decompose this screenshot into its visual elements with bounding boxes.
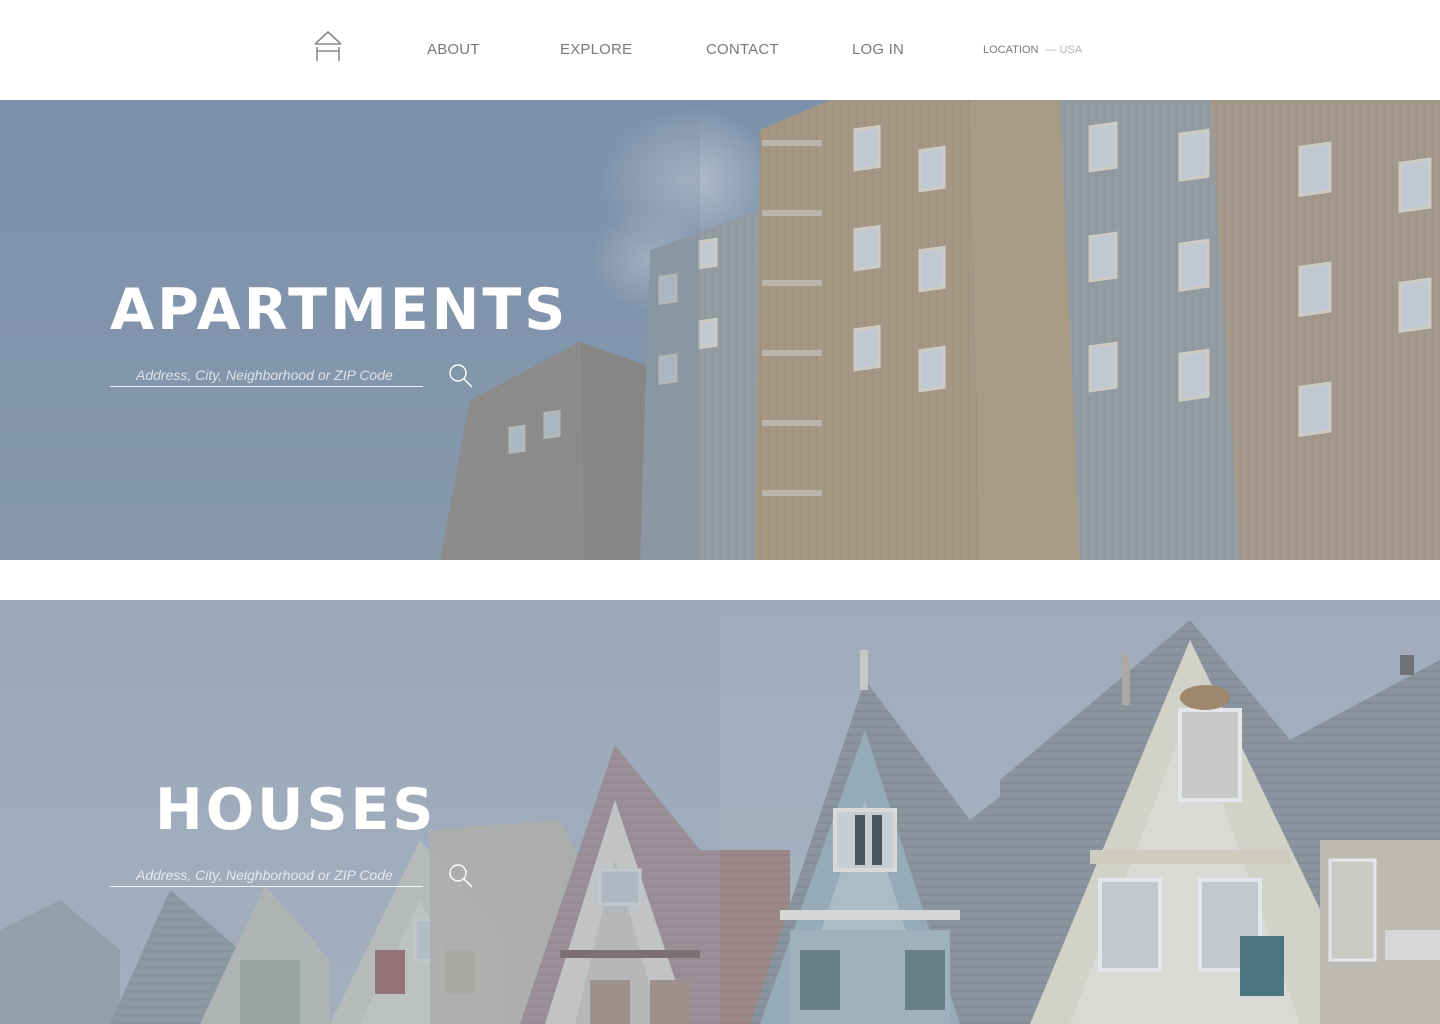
search-icon[interactable] <box>447 362 475 390</box>
nav-about-link[interactable]: ABOUT <box>427 41 480 58</box>
top-navigation: ABOUT EXPLORE CONTACT LOG IN LOCATION — … <box>0 0 1440 100</box>
houses-title: HOUSES <box>155 777 437 843</box>
house-logo-icon[interactable] <box>312 29 344 63</box>
houses-search-input[interactable] <box>110 859 423 886</box>
location-label: LOCATION <box>983 44 1039 56</box>
location-selector[interactable]: LOCATION — USA <box>983 44 1082 56</box>
apartments-hero: APARTMENTS <box>0 100 1440 560</box>
houses-hero: HOUSES <box>0 600 1440 1024</box>
nav-contact-link[interactable]: CONTACT <box>706 41 779 58</box>
nav-login-link[interactable]: LOG IN <box>852 41 904 58</box>
location-value: — USA <box>1045 44 1083 56</box>
apartments-title: APARTMENTS <box>110 277 569 343</box>
apartments-search-input[interactable] <box>110 359 423 386</box>
houses-search-field <box>110 859 423 887</box>
apartments-search-field <box>110 359 423 387</box>
nav-explore-link[interactable]: EXPLORE <box>560 41 632 58</box>
search-icon[interactable] <box>447 862 475 890</box>
